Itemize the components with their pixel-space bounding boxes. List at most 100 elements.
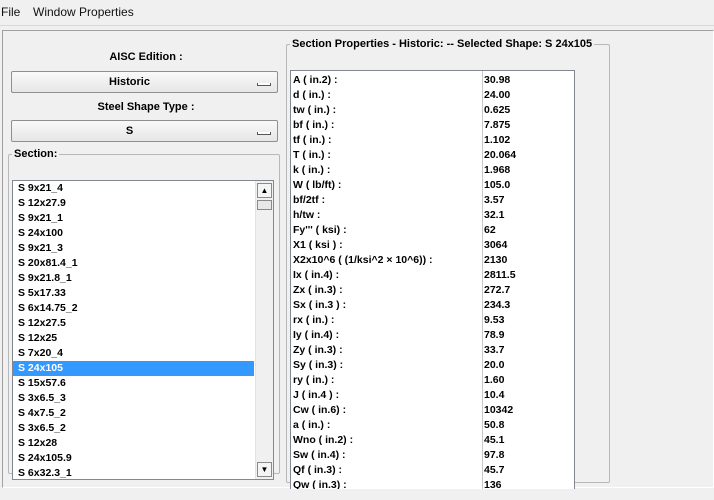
section-list-item[interactable]: S 9x21.8_1 <box>13 271 254 286</box>
section-list-item[interactable]: S 3x6.5_2 <box>13 421 254 436</box>
section-list-item[interactable]: S 20x81.4_1 <box>13 256 254 271</box>
property-name: Cw ( in.6) : <box>293 404 347 416</box>
property-name: A ( in.2) : <box>293 74 338 86</box>
property-value: 24.00 <box>484 89 511 101</box>
property-value: 9.53 <box>484 314 505 326</box>
property-value: 105.0 <box>484 179 511 191</box>
section-list-item[interactable]: S 9x21_3 <box>13 241 254 256</box>
property-row: X2x10^6 ( (1/ksi^2 × 10^6)) : 2130 <box>291 253 574 268</box>
section-list-item[interactable]: S 12x27.5 <box>13 316 254 331</box>
property-value: 1.102 <box>484 134 511 146</box>
property-name: d ( in.) : <box>293 89 331 101</box>
property-name: tw ( in.) : <box>293 104 337 116</box>
property-name: Sx ( in.3 ) : <box>293 299 347 311</box>
property-row: W ( lb/ft) : 105.0 <box>291 178 574 193</box>
property-value: 0.625 <box>484 104 511 116</box>
aisc-edition-value: Historic <box>109 76 150 88</box>
property-value: 33.7 <box>484 344 505 356</box>
property-name: X1 ( ksi ) : <box>293 239 343 251</box>
property-name: Sw ( in.4) : <box>293 449 346 461</box>
property-row: d ( in.) : 24.00 <box>291 88 574 103</box>
section-properties-legend: Section Properties - Historic: -- Select… <box>292 38 593 50</box>
property-name: k ( in.) : <box>293 164 331 176</box>
property-value: 10.4 <box>484 389 505 401</box>
property-name: a ( in.) : <box>293 419 331 431</box>
section-scrollbar[interactable]: ▲ ▼ <box>255 181 273 479</box>
property-name: h/tw : <box>293 209 321 221</box>
menu-file[interactable]: File <box>1 5 20 19</box>
property-value: 78.9 <box>484 329 505 341</box>
property-value: 45.7 <box>484 464 505 476</box>
section-list-item[interactable]: S 5x17.33 <box>13 286 254 301</box>
property-value: 7.875 <box>484 119 511 131</box>
scroll-thumb[interactable] <box>257 200 272 210</box>
section-items: S 9x21_4 S 12x27.9 S 9x21_1 S 24x100 S 9x21_… <box>13 181 254 479</box>
section-listbox[interactable]: S 9x21_4 S 12x27.9 S 9x21_1 S 24x100 S 9x21_… <box>12 180 274 480</box>
steel-shape-type-dropdown[interactable]: S <box>11 120 278 142</box>
property-value: 3.57 <box>484 194 505 206</box>
property-name: W ( lb/ft) : <box>293 179 342 191</box>
menu-window-properties[interactable]: Window Properties <box>33 5 134 19</box>
steel-shape-type-value: S <box>125 125 134 137</box>
section-list-item[interactable]: S 3x6.5_3 <box>13 391 254 406</box>
section-list-item[interactable]: S 9x21_1 <box>13 211 254 226</box>
property-row: Qf ( in.3) : 45.7 <box>291 463 574 478</box>
property-row: Sw ( in.4) : 97.8 <box>291 448 574 463</box>
aisc-edition-label: AISC Edition : <box>109 51 183 63</box>
property-row: Zx ( in.3) : 272.7 <box>291 283 574 298</box>
property-row: tf ( in.) : 1.102 <box>291 133 574 148</box>
property-name: Wno ( in.2) : <box>293 434 354 446</box>
section-list-item[interactable]: S 24x105 <box>13 361 254 376</box>
property-value: 20.0 <box>484 359 505 371</box>
section-list-item[interactable]: S 6x14.75_2 <box>13 301 254 316</box>
property-row: X1 ( ksi ) : 3064 <box>291 238 574 253</box>
menu-bar: File Window Properties <box>0 0 714 26</box>
dropdown-arrow-icon <box>257 83 271 86</box>
steel-shape-type-label: Steel Shape Type : <box>97 101 195 113</box>
section-list-item[interactable]: S 24x105.9 <box>13 451 254 466</box>
property-row: ry ( in.) : 1.60 <box>291 373 574 388</box>
property-row: A ( in.2) : 30.98 <box>291 73 574 88</box>
section-list-item[interactable]: S 12x27.9 <box>13 196 254 211</box>
property-row: Fy''' ( ksi) : 62 <box>291 223 574 238</box>
section-list-item[interactable]: S 15x57.6 <box>13 376 254 391</box>
section-list-item[interactable]: S 12x28 <box>13 436 254 451</box>
scroll-down-arrow-icon[interactable]: ▼ <box>257 462 272 477</box>
property-row: tw ( in.) : 0.625 <box>291 103 574 118</box>
property-row: rx ( in.) : 9.53 <box>291 313 574 328</box>
section-list-item[interactable]: S 7x20_4 <box>13 346 254 361</box>
property-name: Zy ( in.3) : <box>293 344 343 356</box>
property-name: Ix ( in.4) : <box>293 269 340 281</box>
property-row: Sy ( in.3) : 20.0 <box>291 358 574 373</box>
section-list-item[interactable]: S 24x100 <box>13 226 254 241</box>
property-row: Sx ( in.3 ) : 234.3 <box>291 298 574 313</box>
property-row: a ( in.) : 50.8 <box>291 418 574 433</box>
property-name: Iy ( in.4) : <box>293 329 340 341</box>
scroll-up-arrow-icon[interactable]: ▲ <box>257 183 272 198</box>
property-name: bf ( in.) : <box>293 119 335 131</box>
property-name: tf ( in.) : <box>293 134 332 146</box>
property-name: T ( in.) : <box>293 149 331 161</box>
property-row: k ( in.) : 1.968 <box>291 163 574 178</box>
property-row: Ix ( in.4) : 2811.5 <box>291 268 574 283</box>
section-list-item[interactable]: S 6x32.3_1 <box>13 466 254 479</box>
property-value: 1.60 <box>484 374 505 386</box>
section-group: Section: S 9x21_4 S 12x27.9 S 9x21_1 S 24x1… <box>8 148 280 480</box>
property-name: rx ( in.) : <box>293 314 335 326</box>
section-list-item[interactable]: S 9x21_4 <box>13 181 254 196</box>
dropdown-arrow-icon <box>257 132 271 135</box>
property-value: 2130 <box>484 254 508 266</box>
property-row: T ( in.) : 20.064 <box>291 148 574 163</box>
section-list-item[interactable]: S 12x25 <box>13 331 254 346</box>
property-value: 2811.5 <box>484 269 516 281</box>
main-panel: AISC Edition : Historic Steel Shape Type… <box>2 30 714 491</box>
property-value: 272.7 <box>484 284 511 296</box>
property-row: bf/2tf : 3.57 <box>291 193 574 208</box>
property-value: 1.968 <box>484 164 511 176</box>
property-row: Wno ( in.2) : 45.1 <box>291 433 574 448</box>
property-name: Fy''' ( ksi) : <box>293 224 347 236</box>
property-value: 234.3 <box>484 299 511 311</box>
section-list-item[interactable]: S 4x7.5_2 <box>13 406 254 421</box>
aisc-edition-dropdown[interactable]: Historic <box>11 71 278 93</box>
section-properties-table: A ( in.2) : 30.98 d ( in.) : 24.00 tw ( in.)… <box>290 70 575 491</box>
